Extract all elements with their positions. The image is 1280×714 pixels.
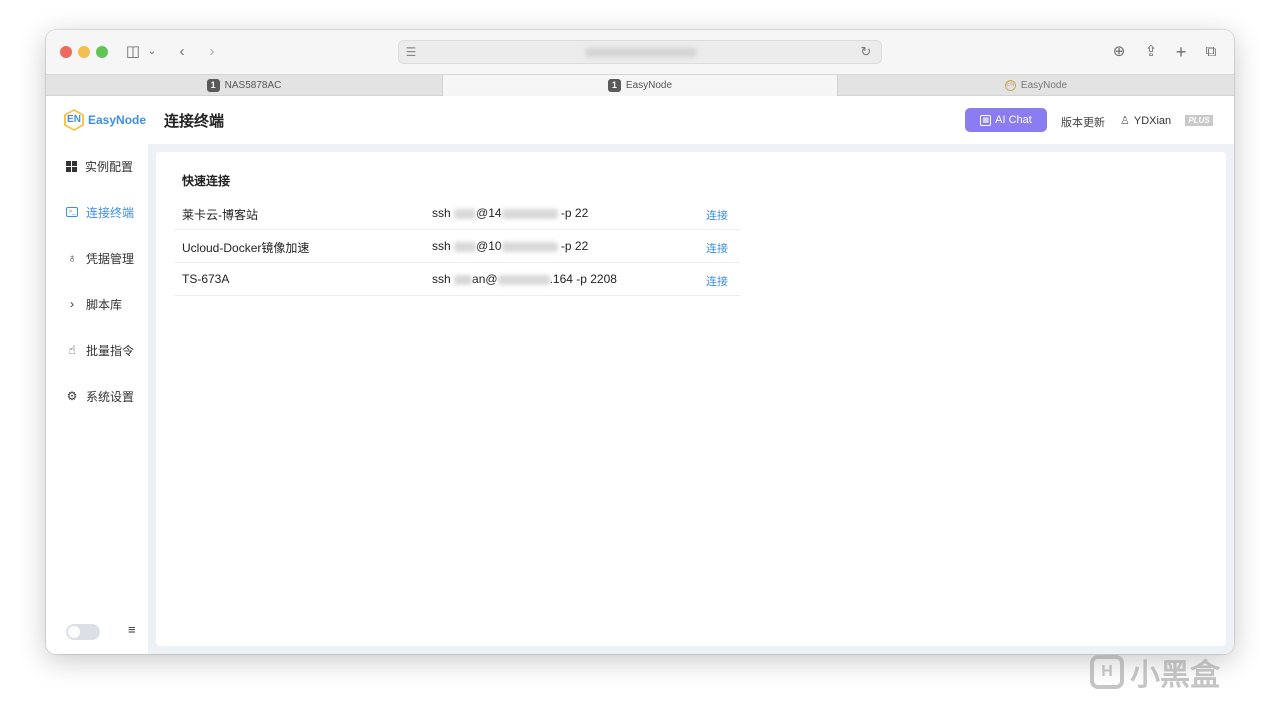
theme-toggle[interactable]	[66, 624, 100, 640]
download-icon[interactable]: ⊕	[1110, 41, 1128, 63]
tab-bar: 1 NAS5878AC 1 EasyNode EN EasyNode	[46, 74, 1234, 96]
quick-connect-panel: 快速连接 莱卡云-博客站 ssh @14 -p 22 连接 Ucloud-Doc…	[156, 152, 1226, 646]
sidebar-item-batch[interactable]: ☝ 批量指令	[66, 340, 134, 360]
sidebar-item-instances[interactable]: 实例配置	[66, 156, 133, 176]
watermark: H 小黑盒	[1090, 652, 1220, 692]
sidebar-item-label: 批量指令	[86, 343, 135, 358]
section-title: 快速连接	[182, 174, 231, 188]
reload-icon[interactable]: ↻	[857, 43, 875, 61]
terminal-icon: >_	[66, 207, 78, 217]
plus-badge: PLUS	[1185, 115, 1213, 126]
quick-connect-table: 莱卡云-博客站 ssh @14 -p 22 连接 Ucloud-Docker镜像…	[174, 197, 740, 296]
watermark-text: 小黑盒	[1130, 659, 1220, 692]
sidebar: 实例配置 >_ 连接终端 ♁ 凭据管理 › 脚本库 ☝ 批量指令 ⚙ 系统设置 …	[46, 144, 148, 654]
sidebar-item-label: 实例配置	[85, 159, 134, 174]
url-blurred	[585, 48, 697, 57]
version-update-link[interactable]: 版本更新	[1061, 114, 1105, 130]
ai-chat-label: AI Chat	[995, 114, 1032, 126]
easynode-logo-icon: EN	[64, 109, 84, 131]
chevron-down-icon[interactable]: ⌄	[146, 41, 158, 63]
forward-icon[interactable]: ›	[204, 41, 220, 63]
sidebar-item-label: 脚本库	[86, 297, 123, 312]
pointer-icon: ☝	[68, 343, 76, 357]
share-icon[interactable]: ⇪	[1142, 41, 1160, 63]
ssh-command[interactable]: ssh @10 -p 22	[432, 239, 588, 253]
tab-favicon: 1	[607, 79, 621, 92]
user-menu[interactable]: ♙ YDXian	[1120, 114, 1172, 128]
page-title: 连接终端	[164, 113, 225, 130]
ai-chat-icon: ▦	[980, 114, 992, 126]
ssh-command[interactable]: ssh @14 -p 22	[432, 206, 588, 220]
sidebar-toggle-icon[interactable]: ◫	[124, 41, 142, 63]
main-content: 快速连接 莱卡云-博客站 ssh @14 -p 22 连接 Ucloud-Doc…	[148, 144, 1234, 654]
chevron-right-icon: ›	[70, 297, 74, 311]
tab-easynode-active[interactable]: 1 EasyNode	[442, 75, 838, 96]
tab-easynode[interactable]: EN EasyNode	[838, 75, 1234, 96]
tab-label: EasyNode	[1020, 80, 1068, 91]
tab-favicon: 1	[206, 79, 220, 92]
sidebar-item-settings[interactable]: ⚙ 系统设置	[66, 386, 134, 406]
close-window-button[interactable]	[60, 46, 72, 58]
grid-icon	[66, 160, 77, 172]
table-row: TS-673A ssh an@ .164 -p 2208 连接	[174, 263, 740, 296]
tab-label: NAS5878AC	[224, 80, 282, 91]
minimize-window-button[interactable]	[78, 46, 90, 58]
tab-overview-icon[interactable]: ⧉	[1202, 41, 1220, 63]
sidebar-item-credentials[interactable]: ♁ 凭据管理	[66, 248, 135, 268]
app-header: EN EasyNode 连接终端 ▦ AI Chat 版本更新 ♙ YDXian…	[46, 96, 1234, 144]
host-name: 莱卡云-博客站	[182, 208, 258, 222]
gear-icon: ⚙	[66, 389, 78, 403]
sidebar-item-label: 连接终端	[86, 205, 135, 220]
sidebar-item-label: 系统设置	[86, 389, 135, 404]
xiaoheihe-logo-icon: H	[1090, 655, 1124, 689]
zoom-window-button[interactable]	[96, 46, 108, 58]
connect-button[interactable]: 连接	[706, 207, 728, 223]
browser-toolbar: ◫ ⌄ ‹ › ☰ ↻ ⊕ ⇪ + ⧉	[46, 30, 1234, 74]
ssh-command[interactable]: ssh an@ .164 -p 2208	[432, 272, 617, 286]
key-icon: ♁	[67, 251, 77, 265]
sidebar-item-terminal[interactable]: >_ 连接终端	[66, 202, 134, 222]
sidebar-item-label: 凭据管理	[86, 251, 135, 266]
tab-favicon: EN	[1004, 80, 1016, 91]
table-row: Ucloud-Docker镜像加速 ssh @10 -p 22 连接	[174, 230, 740, 263]
table-row: 莱卡云-博客站 ssh @14 -p 22 连接	[174, 197, 740, 230]
address-bar[interactable]: ☰ ↻	[398, 40, 882, 64]
site-settings-icon[interactable]: ☰	[403, 44, 419, 60]
ai-chat-button[interactable]: ▦ AI Chat	[965, 108, 1047, 132]
username: YDXian	[1133, 114, 1172, 127]
tab-nas[interactable]: 1 NAS5878AC	[46, 75, 442, 96]
host-name: TS-673A	[182, 272, 230, 286]
logo-text: EasyNode	[88, 113, 147, 127]
app-logo[interactable]: EN EasyNode	[64, 109, 146, 131]
tab-label: EasyNode	[625, 80, 673, 91]
browser-window: ◫ ⌄ ‹ › ☰ ↻ ⊕ ⇪ + ⧉ 1 NAS5878AC 1 EasyNo…	[46, 30, 1234, 654]
connect-button[interactable]: 连接	[706, 273, 728, 289]
sidebar-item-scripts[interactable]: › 脚本库	[66, 294, 122, 314]
new-tab-icon[interactable]: +	[1172, 41, 1190, 63]
host-name: Ucloud-Docker镜像加速	[182, 241, 310, 255]
connect-button[interactable]: 连接	[706, 240, 728, 256]
menu-collapse-icon[interactable]: ≡	[128, 622, 136, 637]
user-icon: ♙	[1120, 115, 1130, 127]
back-icon[interactable]: ‹	[174, 41, 190, 63]
